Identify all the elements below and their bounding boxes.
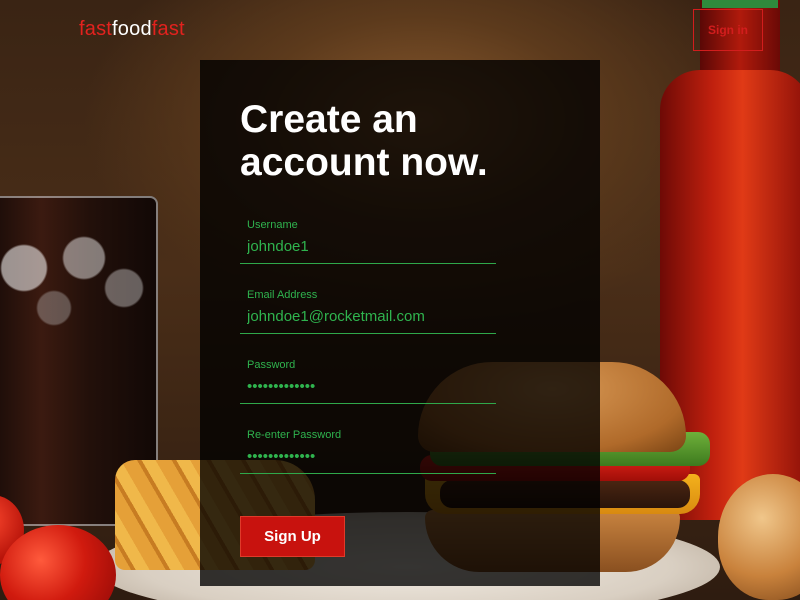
password-field: Password [240, 359, 496, 404]
email-label: Email Address [247, 289, 318, 301]
confirm-password-label: Re-enter Password [247, 429, 342, 441]
sign-in-button[interactable]: Sign in [693, 9, 763, 51]
logo-part-fast: fast [79, 18, 113, 40]
confirm-password-input[interactable] [247, 445, 491, 467]
title-line-1: Create an [240, 98, 418, 141]
signup-panel: Create an account now. Username Email Ad… [200, 60, 600, 586]
logo-part-fast-2: fast [151, 18, 185, 40]
confirm-password-field: Re-enter Password [240, 429, 496, 474]
password-input[interactable] [247, 375, 491, 397]
username-field: Username [240, 219, 496, 264]
ketchup-cap-image [702, 0, 778, 8]
page-title: Create an account now. [240, 98, 570, 184]
username-input[interactable] [247, 235, 491, 257]
email-input[interactable] [247, 305, 491, 327]
username-label: Username [247, 219, 298, 231]
email-field: Email Address [240, 289, 496, 334]
brand-logo[interactable]: fastfoodfast [79, 18, 185, 41]
title-line-2: account now. [240, 141, 488, 184]
password-label: Password [247, 359, 296, 371]
ice-cubes-image [0, 228, 154, 328]
sign-up-button[interactable]: Sign Up [240, 516, 345, 557]
logo-part-food: food [112, 18, 152, 40]
